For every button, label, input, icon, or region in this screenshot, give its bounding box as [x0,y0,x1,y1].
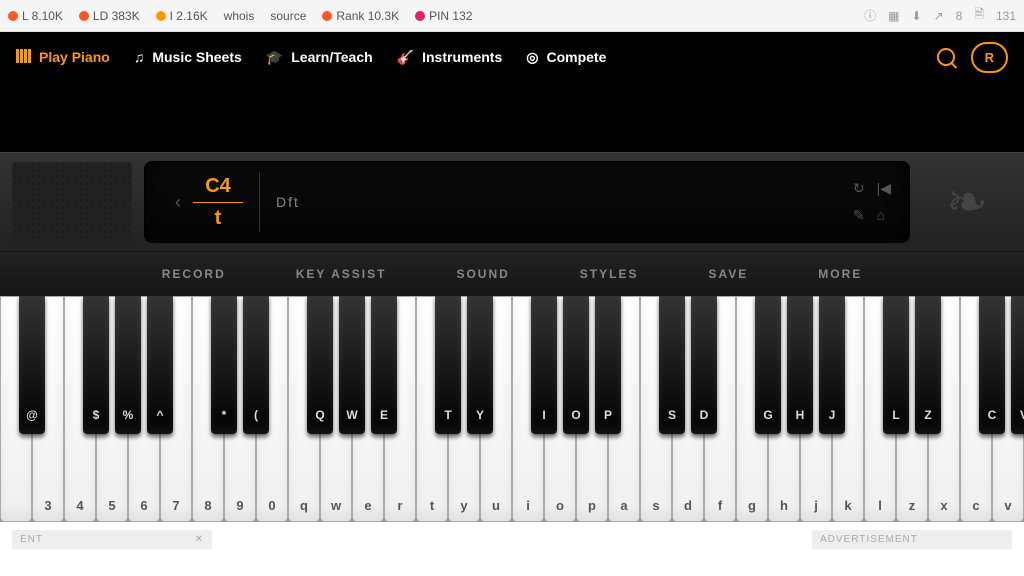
black-key[interactable]: C [979,296,1005,434]
piano-body: ‹ C4 t Dft ↻ |◀ ✎ ⌂ ❧ RECORD KEY ASSIST SO [0,152,1024,522]
nav-label: Instruments [422,49,502,65]
control-record[interactable]: RECORD [162,267,226,281]
main-nav: Play Piano ♫ Music Sheets 🎓 Learn/Teach 🎸 Inst… [0,32,1024,82]
toolbar-item-label: LD 383K [93,9,140,23]
ornament-right: ❧ [922,162,1012,242]
login-button[interactable]: R [971,42,1008,73]
toolbar-item-label: L 8.10K [22,9,63,23]
external-icon: ↗ [934,9,944,23]
ad-left: ENT ✕ [12,530,212,549]
home-icon[interactable]: ⌂ [877,207,885,224]
status-dot-icon [79,11,89,21]
rewind-icon[interactable]: |◀ [877,180,891,197]
doc-icon: 🗎 [974,5,984,26]
control-save[interactable]: SAVE [708,267,748,281]
black-key[interactable]: P [595,296,621,434]
display-text: Dft [276,194,853,210]
edit-icon[interactable]: ✎ [853,207,865,224]
black-key[interactable]: ^ [147,296,173,434]
download-icon: ⬇ [912,9,922,23]
control-styles[interactable]: STYLES [580,267,639,281]
nav-label: Music Sheets [152,49,241,65]
info-icon: ⓘ [864,7,876,24]
guitar-icon: 🎸 [397,49,414,66]
black-key[interactable]: O [563,296,589,434]
black-key[interactable]: E [371,296,397,434]
black-key[interactable]: @ [19,296,45,434]
nav-learn-teach[interactable]: 🎓 Learn/Teach [266,49,373,66]
status-dot-icon [415,11,425,21]
nav-play-piano[interactable]: Play Piano [16,49,110,66]
search-icon[interactable] [937,48,955,66]
browser-toolbar: L 8.10K LD 383K I 2.16K whois source Rank 10.… [0,0,1024,32]
black-key[interactable]: ( [243,296,269,434]
toolbar-item-label: source [270,9,306,23]
grad-cap-icon: 🎓 [266,49,283,66]
control-more[interactable]: MORE [818,267,862,281]
music-note-icon: ♫ [134,49,145,65]
toolbar-item-label: PIN 132 [429,9,472,23]
ad-right: ADVERTISEMENT [812,530,1012,549]
black-key[interactable]: W [339,296,365,434]
black-key[interactable]: H [787,296,813,434]
grid-icon: ▦ [888,9,899,23]
toolbar-item-label: whois [224,9,255,23]
status-dot-icon [156,11,166,21]
black-key[interactable]: L [883,296,909,434]
control-sound[interactable]: SOUND [456,267,509,281]
toolbar-right: ⓘ ▦ ⬇ ↗ 8 🗎 131 [864,5,1016,26]
ad-right-label: ADVERTISEMENT [820,534,918,545]
current-note: C4 t [193,175,243,230]
control-key-assist[interactable]: KEY ASSIST [296,267,387,281]
nav-label: Learn/Teach [291,49,372,65]
black-key[interactable]: % [115,296,141,434]
black-key[interactable]: Z [915,296,941,434]
toolbar-item[interactable]: PIN 132 [415,9,472,23]
piano-icon [16,49,31,66]
display-icons: ↻ |◀ ✎ ⌂ [853,180,891,224]
black-key[interactable]: S [659,296,685,434]
close-icon[interactable]: ✕ [195,534,204,545]
ad-row: ENT ✕ ADVERTISEMENT [0,522,1024,549]
toolbar-item-label: I 2.16K [170,9,208,23]
target-icon: ◎ [526,49,538,66]
piano-keyboard: 34567890qwertyuiopasdfghjklzxcv @$%^*(QW… [0,296,1024,522]
black-key[interactable]: D [691,296,717,434]
note-name: C4 [193,175,243,198]
black-key[interactable]: Y [467,296,493,434]
toolbar-item[interactable]: L 8.10K [8,9,63,23]
nav-music-sheets[interactable]: ♫ Music Sheets [134,49,242,66]
toolbar-item[interactable]: LD 383K [79,9,140,23]
toolbar-item[interactable]: source [270,9,306,23]
black-key[interactable]: $ [83,296,109,434]
nav-label: Play Piano [39,49,110,65]
black-key[interactable]: Q [307,296,333,434]
toolbar-item-label: Rank 10.3K [336,9,399,23]
nav-label: Compete [546,49,606,65]
speaker-left [12,162,132,242]
black-key[interactable]: I [531,296,557,434]
black-key[interactable]: G [755,296,781,434]
black-key[interactable]: T [435,296,461,434]
status-dot-icon [322,11,332,21]
loop-icon[interactable]: ↻ [853,180,865,197]
toolbar-item[interactable]: Rank 10.3K [322,9,399,23]
ad-left-label: ENT [20,534,43,545]
spacer [0,82,1024,152]
nav-compete[interactable]: ◎ Compete [526,49,606,66]
toolbar-item[interactable]: whois [224,9,255,23]
octave-down-button[interactable]: ‹ [175,192,181,213]
piano-controls: RECORD KEY ASSIST SOUND STYLES SAVE MORE [0,252,1024,296]
toolbar-item[interactable]: I 2.16K [156,9,208,23]
lcd-display: ‹ C4 t Dft ↻ |◀ ✎ ⌂ [144,161,910,243]
black-key[interactable]: V [1011,296,1024,434]
black-key[interactable]: J [819,296,845,434]
display-panel-row: ‹ C4 t Dft ↻ |◀ ✎ ⌂ ❧ [0,152,1024,252]
toolbar-count-1: 8 [956,9,963,23]
black-key[interactable]: * [211,296,237,434]
nav-instruments[interactable]: 🎸 Instruments [397,49,503,66]
note-key: t [193,207,243,230]
status-dot-icon [8,11,18,21]
toolbar-count-2: 131 [996,9,1016,23]
